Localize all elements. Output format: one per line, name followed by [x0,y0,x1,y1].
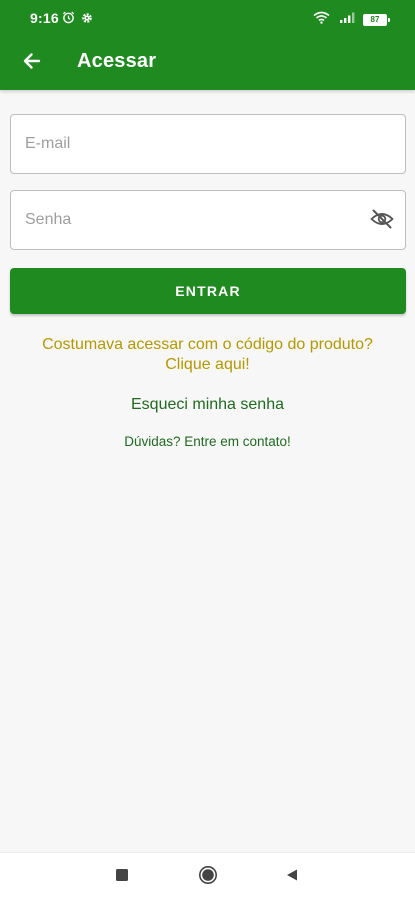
password-visibility-toggle[interactable] [369,209,395,233]
contact-link[interactable]: Dúvidas? Entre em contato! [0,434,415,449]
back-button[interactable] [16,47,48,79]
email-field[interactable] [11,115,405,173]
home-button[interactable] [196,865,220,889]
alarm-icon [62,11,75,29]
product-code-question: Costumava acessar com o código do produt… [42,336,373,353]
page-title: Acessar [77,50,157,72]
recents-button[interactable] [110,865,134,889]
status-right-icons: 87 [313,11,390,29]
password-field-container [10,190,406,250]
settings-gear-icon [81,11,93,29]
login-button[interactable]: ENTRAR [10,268,406,314]
password-field[interactable] [11,191,405,249]
wifi-icon [313,11,330,29]
product-code-link[interactable]: Costumava acessar com o código do produt… [0,335,415,375]
signal-icon [338,11,355,29]
forgot-password-link[interactable]: Esqueci minha senha [0,396,415,414]
system-back-button[interactable] [280,865,304,889]
system-nav-bar [0,852,415,901]
status-time: 9:16 [30,10,59,26]
back-triangle-icon [285,868,299,887]
eye-off-icon [370,209,394,234]
home-circle-icon [198,865,218,890]
product-code-click-here: Clique aqui! [165,356,250,373]
status-left-icons [62,11,93,29]
email-field-container [10,114,406,174]
recents-square-icon [115,868,129,887]
arrow-left-icon [22,51,42,76]
status-bar: 9:16 87 [0,0,415,36]
app-bar: Acessar [0,36,415,90]
battery-icon: 87 [363,14,390,26]
